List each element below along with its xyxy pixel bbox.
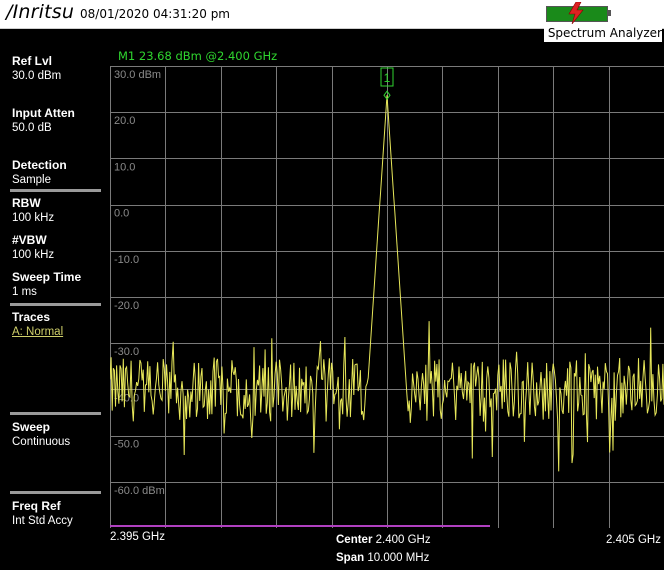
parameter-sidebar: Ref Lvl 30.0 dBm Input Atten 50.0 dB Det… (0, 0, 104, 570)
param-label: #VBW (12, 233, 47, 247)
marker-readout: M1 23.68 dBm @2.400 GHz (118, 49, 278, 63)
y-tick-label: 20.0 (114, 115, 135, 127)
param-sweep-time[interactable]: Sweep Time 1 ms (12, 270, 81, 300)
param-label: Sweep (12, 420, 51, 434)
span[interactable]: Span 10.000 MHz (336, 552, 429, 564)
y-tick-label: 10.0 (114, 161, 135, 173)
param-label: Input Atten (12, 106, 75, 120)
param-input-atten[interactable]: Input Atten 50.0 dB (12, 106, 75, 136)
param-value: 50.0 dB (12, 122, 52, 134)
separator (10, 189, 101, 192)
param-label: Traces (12, 310, 51, 324)
y-tick-label: 0.0 (114, 208, 129, 220)
param-value: Sample (12, 174, 51, 186)
battery-tip-icon (608, 10, 611, 16)
marker-label: 1 (384, 71, 391, 85)
param-rbw[interactable]: RBW 100 kHz (12, 196, 54, 226)
param-label: Detection (12, 158, 67, 172)
param-value: 1 ms (12, 286, 37, 298)
trace-link[interactable]: A: Normal (12, 325, 63, 340)
param-detection[interactable]: Detection Sample (12, 158, 67, 188)
separator (10, 412, 101, 415)
y-tick-label: -50.0 (114, 439, 139, 451)
span-value: 10.000 MHz (367, 552, 430, 564)
charging-bolt-icon (568, 2, 584, 24)
param-label: Freq Ref (12, 499, 61, 513)
y-tick-label: -20.0 (114, 300, 139, 312)
param-value: 30.0 dBm (12, 70, 62, 82)
x-start-label: 2.395 GHz (110, 531, 165, 543)
param-label: RBW (12, 196, 41, 210)
param-freq-ref[interactable]: Freq Ref Int Std Accy (12, 499, 73, 529)
span-label: Span (336, 552, 365, 564)
center-value: 2.400 GHz (375, 534, 431, 546)
param-value: 100 kHz (12, 212, 55, 224)
y-tick-label: 30.0 dBm (114, 69, 161, 81)
param-label: Ref Lvl (12, 54, 53, 68)
spectrum-plot[interactable]: 30.0 dBm20.010.00.0-10.0-20.0-30.0-40.0-… (110, 66, 664, 528)
center-label: Center (336, 534, 373, 546)
param-vbw[interactable]: #VBW 100 kHz (12, 233, 54, 263)
param-label: Sweep Time (12, 270, 82, 284)
mode-title: Spectrum Analyzer (543, 26, 662, 42)
param-value: 100 kHz (12, 249, 55, 261)
y-tick-label: -10.0 (114, 254, 139, 266)
separator (10, 491, 101, 494)
separator (10, 303, 101, 306)
center-freq[interactable]: Center 2.400 GHz (336, 534, 431, 546)
y-tick-label: -60.0 dBm (114, 485, 165, 497)
x-stop-label: 2.405 GHz (606, 534, 661, 546)
param-ref-level[interactable]: Ref Lvl 30.0 dBm (12, 54, 61, 84)
param-value: Int Std Accy (12, 515, 73, 527)
y-tick-label: -30.0 (114, 346, 139, 358)
param-value: Continuous (12, 436, 71, 448)
param-sweep[interactable]: Sweep Continuous (12, 420, 70, 450)
param-traces[interactable]: Traces A: Normal (12, 310, 63, 340)
